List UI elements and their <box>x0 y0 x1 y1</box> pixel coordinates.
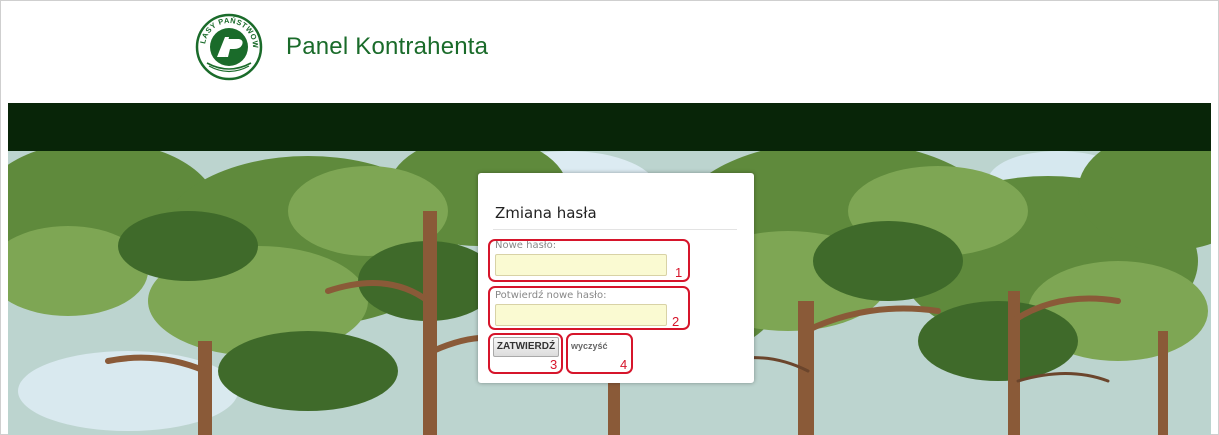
app-title: Panel Kontrahenta <box>286 33 489 60</box>
panel-title: Zmiana hasła <box>495 204 597 222</box>
header: LASY PAŃSTWOWE Panel Kontrahenta <box>8 8 1211 103</box>
annotation-number-4: 4 <box>620 357 628 372</box>
annotation-box-2 <box>488 286 690 330</box>
annotation-box-1 <box>488 239 690 282</box>
panel-divider <box>493 229 737 230</box>
annotation-number-2: 2 <box>672 314 680 329</box>
annotation-number-1: 1 <box>675 265 683 280</box>
lasy-panstwowe-logo-icon[interactable]: LASY PAŃSTWOWE <box>195 13 263 81</box>
annotation-number-3: 3 <box>550 357 558 372</box>
navbar <box>8 103 1211 151</box>
